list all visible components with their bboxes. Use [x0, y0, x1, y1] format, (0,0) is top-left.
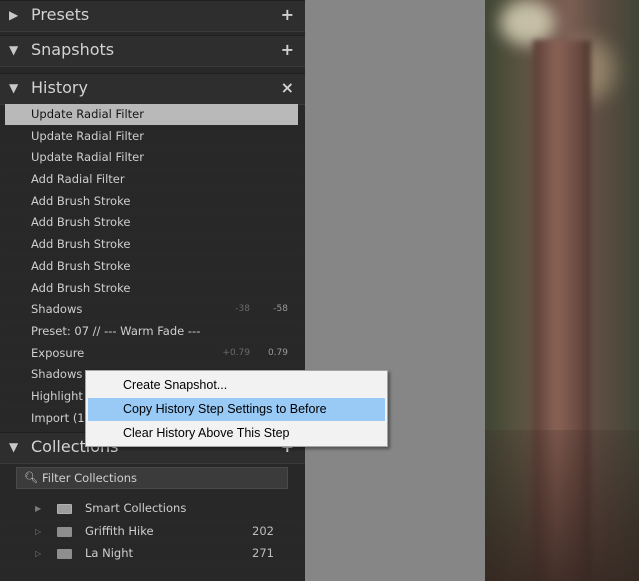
- copy-history-step-settings-menu-item[interactable]: Copy History Step Settings to Before: [88, 398, 385, 421]
- history-item-from-value: -38: [235, 304, 250, 315]
- collection-folder-icon: [57, 549, 72, 560]
- collection-name: Smart Collections: [85, 501, 187, 515]
- triangle-down-icon[interactable]: ▼: [9, 43, 18, 57]
- triangle-right-icon[interactable]: ▷: [35, 521, 41, 543]
- history-item-label: Update Radial Filter: [31, 128, 144, 143]
- history-item[interactable]: Add Radial Filter: [5, 169, 298, 191]
- triangle-right-icon[interactable]: ▶: [9, 8, 18, 22]
- collection-name: Griffith Hike: [85, 523, 154, 538]
- history-item-label: Import (1: [31, 410, 85, 425]
- add-preset-button[interactable]: +: [281, 5, 294, 24]
- history-item[interactable]: Exposure +0.79 0.79: [5, 343, 298, 365]
- triangle-down-icon[interactable]: ▼: [9, 440, 18, 454]
- magnifier-icon: 🔍︎: [24, 471, 38, 484]
- snapshots-title: Snapshots: [31, 40, 115, 59]
- history-item-to-value: 0.79: [267, 347, 288, 358]
- image-view-background: [305, 0, 485, 581]
- triangle-right-icon[interactable]: ▶: [35, 498, 41, 520]
- history-item-label: Highlight: [31, 388, 83, 403]
- history-item-to-value: -58: [273, 304, 288, 315]
- history-item-label: Add Brush Stroke: [31, 193, 131, 208]
- filter-placeholder: Filter Collections: [42, 471, 138, 485]
- presets-title: Presets: [31, 5, 90, 24]
- triangle-down-icon[interactable]: ▼: [9, 81, 18, 95]
- presets-header[interactable]: ▶ Presets +: [0, 0, 305, 32]
- create-snapshot-menu-item[interactable]: Create Snapshot...: [88, 374, 385, 397]
- history-item[interactable]: Update Radial Filter: [5, 104, 298, 126]
- history-item[interactable]: Add Brush Stroke: [5, 278, 298, 300]
- collection-list: ▶ Smart Collections ▷ Griffith Hike 202 …: [5, 498, 298, 567]
- smart-collection-folder-icon: [57, 504, 72, 514]
- history-item[interactable]: Shadows -38 -58: [5, 299, 298, 321]
- history-item[interactable]: Update Radial Filter: [5, 147, 298, 170]
- filter-collections-input[interactable]: 🔍︎ Filter Collections: [16, 467, 288, 489]
- collection-count: 271: [252, 546, 274, 561]
- history-item[interactable]: Add Brush Stroke: [5, 256, 298, 278]
- history-item-label: Exposure: [31, 345, 85, 360]
- history-item-label: Preset: 07 // --- Warm Fade ---: [31, 323, 201, 338]
- history-item[interactable]: Preset: 07 // --- Warm Fade ---: [5, 321, 298, 343]
- history-item-label: Add Brush Stroke: [31, 215, 131, 230]
- history-item-label: Update Radial Filter: [31, 107, 144, 121]
- history-item-label: Shadows: [31, 367, 83, 382]
- collection-item[interactable]: ▷ La Night 271: [5, 543, 298, 567]
- history-item[interactable]: Update Radial Filter: [5, 126, 298, 148]
- history-item-label: Add Brush Stroke: [31, 280, 131, 295]
- collection-count: 202: [252, 523, 274, 538]
- collection-item[interactable]: ▶ Smart Collections: [5, 498, 298, 521]
- history-title: History: [31, 78, 88, 97]
- history-item-from-value: +0.79: [222, 347, 250, 358]
- clear-history-above-menu-item[interactable]: Clear History Above This Step: [88, 422, 385, 445]
- photo-preview: [485, 0, 639, 581]
- history-item[interactable]: Add Brush Stroke: [5, 234, 298, 256]
- history-item-label: Add Brush Stroke: [31, 237, 131, 252]
- history-item-label: Add Brush Stroke: [31, 258, 131, 273]
- clear-history-button[interactable]: ×: [281, 78, 294, 97]
- left-panel: ▶ Presets + ▼ Snapshots + ▼ History × Up…: [0, 0, 305, 581]
- history-item-label: Shadows: [31, 302, 83, 317]
- collection-item[interactable]: ▷ Griffith Hike 202: [5, 521, 298, 544]
- history-item-label: Update Radial Filter: [31, 150, 144, 165]
- context-menu: Create Snapshot... Copy History Step Set…: [85, 370, 388, 447]
- collection-folder-icon: [57, 526, 72, 537]
- triangle-right-icon[interactable]: ▷: [35, 543, 41, 565]
- history-item[interactable]: Add Brush Stroke: [5, 212, 298, 235]
- history-item-label: Add Radial Filter: [31, 172, 125, 187]
- add-snapshot-button[interactable]: +: [281, 40, 294, 59]
- collection-name: La Night: [85, 546, 134, 561]
- history-item[interactable]: Add Brush Stroke: [5, 191, 298, 213]
- snapshots-header[interactable]: ▼ Snapshots +: [0, 35, 305, 67]
- history-header[interactable]: ▼ History ×: [0, 73, 305, 105]
